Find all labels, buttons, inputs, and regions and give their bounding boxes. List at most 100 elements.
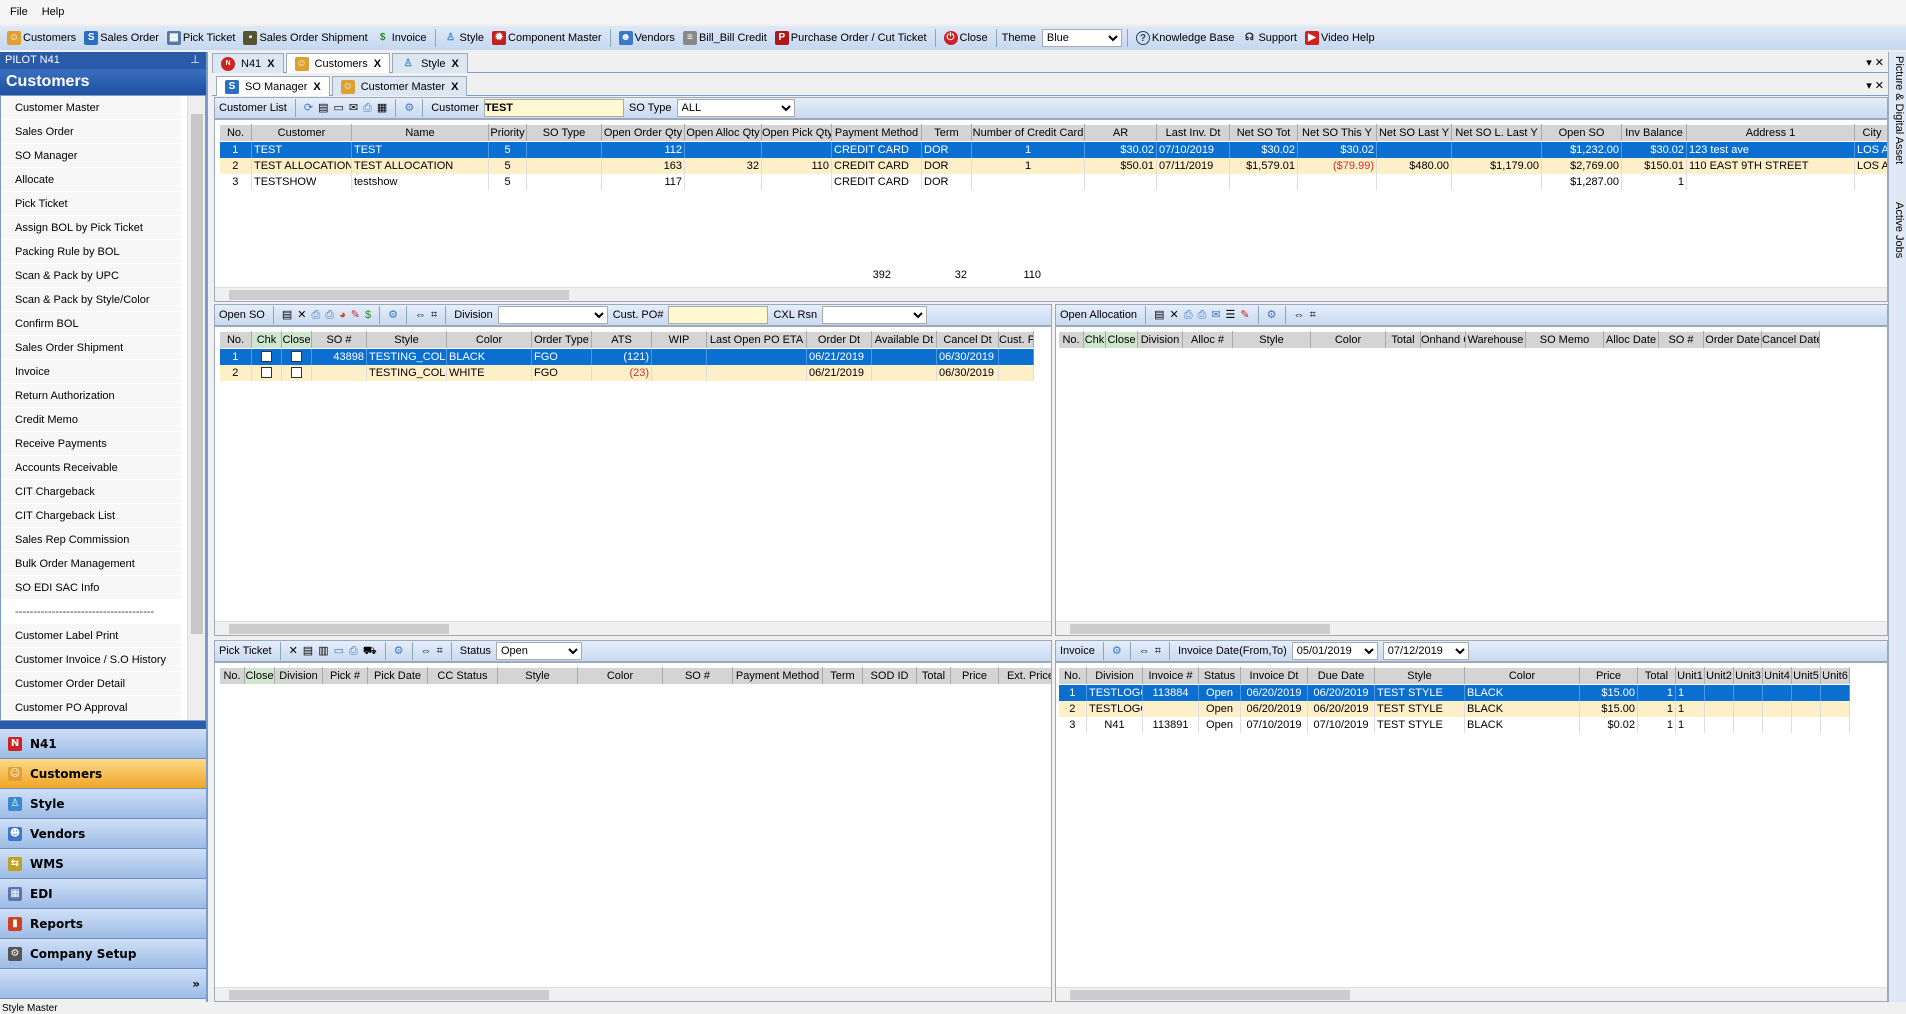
toolbar-component-master[interactable]: ✹ Component Master bbox=[489, 31, 605, 45]
cust-po-input[interactable] bbox=[668, 306, 769, 324]
column-header[interactable]: Total bbox=[1385, 331, 1421, 349]
column-header[interactable]: Style bbox=[497, 667, 578, 685]
sidebar-item[interactable]: Customer Label Print bbox=[1, 624, 181, 648]
expand-icon[interactable]: ⌗ bbox=[437, 644, 443, 658]
close-icon[interactable]: X bbox=[374, 57, 381, 71]
column-header[interactable]: Unit1 bbox=[1675, 667, 1705, 685]
table-row[interactable]: 2 TESTING_COLORWHITEFGO(23) 06/21/2019 06/3… bbox=[219, 364, 1034, 381]
column-header[interactable]: Color bbox=[577, 667, 663, 685]
sidebar-item[interactable]: Customer Master bbox=[1, 96, 181, 120]
print-icon[interactable]: ⎙ bbox=[325, 308, 334, 322]
table-row[interactable]: 2 TEST ALLOCATION TEST ALLOCATION 5 163 32 110… bbox=[219, 157, 1887, 174]
sidebar-item[interactable]: Assign BOL by Pick Ticket bbox=[1, 216, 181, 240]
settings-icon[interactable]: ⚙ bbox=[388, 308, 398, 322]
invoice-date-from[interactable]: 05/01/2019 bbox=[1291, 642, 1378, 660]
nav-style[interactable]: ♙ Style bbox=[0, 789, 206, 819]
column-header[interactable]: Payment Method bbox=[831, 124, 922, 142]
column-header[interactable]: Order Dt bbox=[806, 331, 872, 349]
sidebar-item[interactable]: Receive Payments bbox=[1, 432, 181, 456]
folder-icon[interactable]: ▭ bbox=[334, 644, 344, 658]
new-icon[interactable]: ▤ bbox=[282, 308, 292, 322]
column-header[interactable]: Order Date bbox=[1703, 331, 1762, 349]
tab-style[interactable]: ♙ Style X bbox=[392, 53, 468, 73]
settings-icon[interactable]: ⚙ bbox=[404, 101, 414, 115]
column-header[interactable]: Division bbox=[274, 667, 323, 685]
column-header[interactable]: Price bbox=[950, 667, 999, 685]
theme-select[interactable]: Blue bbox=[1041, 29, 1122, 47]
column-header[interactable]: City bbox=[1854, 124, 1887, 142]
new-icon[interactable]: ▤ bbox=[303, 644, 313, 658]
column-header[interactable]: Unit3 bbox=[1733, 667, 1763, 685]
column-header[interactable]: Division bbox=[1137, 331, 1183, 349]
column-header[interactable]: SO # bbox=[662, 667, 733, 685]
expand-icon[interactable]: ⌗ bbox=[1310, 308, 1316, 322]
fit-width-icon[interactable]: ⇔ bbox=[1139, 644, 1150, 658]
column-header[interactable]: Last Inv. Dt bbox=[1156, 124, 1230, 142]
barcode-icon[interactable]: ▥ bbox=[318, 644, 328, 658]
column-header[interactable]: Alloc # bbox=[1182, 331, 1233, 349]
toolbar-sales-order[interactable]: S Sales Order bbox=[81, 31, 162, 45]
sidebar-item[interactable]: Packing Rule by BOL bbox=[1, 240, 181, 264]
column-header[interactable]: Chk bbox=[1083, 331, 1106, 349]
column-header[interactable]: Close bbox=[244, 667, 275, 685]
settings-icon[interactable]: ⚙ bbox=[1267, 308, 1277, 322]
column-header[interactable]: Price bbox=[1579, 667, 1638, 685]
column-header[interactable]: Net SO This Y bbox=[1297, 124, 1377, 142]
splitter[interactable] bbox=[0, 721, 206, 729]
sidebar-item[interactable]: SO EDI SAC Info bbox=[1, 576, 181, 600]
memo-icon[interactable]: ✉ bbox=[349, 101, 358, 115]
grid-icon[interactable]: ▦ bbox=[377, 101, 387, 115]
sidebar-item[interactable]: Credit Memo bbox=[1, 408, 181, 432]
nav-wms[interactable]: ⇆ WMS bbox=[0, 849, 206, 879]
sidebar-item[interactable]: Return Authorization bbox=[1, 384, 181, 408]
column-header[interactable]: Onhand Q bbox=[1420, 331, 1466, 349]
table-row[interactable]: 1 43898TESTING_COLORBLACKFGO(121) 06/21/20… bbox=[219, 348, 1034, 365]
sidebar-item[interactable]: Sales Rep Commission bbox=[1, 528, 181, 552]
close-icon[interactable]: X bbox=[313, 80, 320, 94]
tab-n41[interactable]: N N41 X bbox=[212, 53, 284, 73]
column-header[interactable]: Unit2 bbox=[1704, 667, 1734, 685]
toolbar-invoice[interactable]: $ Invoice bbox=[373, 31, 430, 45]
column-header[interactable]: No. bbox=[219, 124, 252, 142]
sidebar-item[interactable]: Pick Ticket bbox=[1, 192, 181, 216]
toolbar-customers[interactable]: ☺ Customers bbox=[4, 31, 79, 45]
column-header[interactable]: Priority bbox=[488, 124, 527, 142]
active-jobs-tab[interactable]: Active Jobs bbox=[1890, 202, 1906, 258]
refresh-icon[interactable]: ⟳ bbox=[304, 101, 313, 115]
sidebar-item[interactable]: Sales Order bbox=[1, 120, 181, 144]
column-header[interactable]: Color bbox=[1464, 667, 1580, 685]
pin-icon[interactable]: ⊥ bbox=[190, 52, 200, 69]
edit-icon[interactable]: ✎ bbox=[351, 308, 360, 322]
column-header[interactable]: Cancel Dt bbox=[936, 331, 999, 349]
horizontal-scrollbar[interactable] bbox=[215, 287, 1887, 301]
sidebar-item[interactable]: SO Manager bbox=[1, 144, 181, 168]
division-select[interactable] bbox=[497, 306, 608, 324]
customer-input[interactable] bbox=[483, 99, 624, 117]
column-header[interactable]: Net SO L. Last Y bbox=[1451, 124, 1542, 142]
toolbar-vendors[interactable]: ☻ Vendors bbox=[616, 31, 678, 45]
column-header[interactable]: Total bbox=[916, 667, 951, 685]
column-header[interactable]: Cancel Date bbox=[1761, 331, 1820, 349]
tab-customer-master[interactable]: ☺ Customer Master X bbox=[331, 76, 468, 96]
close-icon[interactable]: X bbox=[267, 57, 274, 71]
new-icon[interactable]: ▤ bbox=[318, 101, 328, 115]
column-header[interactable]: Cust. PO bbox=[998, 331, 1034, 349]
sidebar-item[interactable]: Customer PO Approval bbox=[1, 696, 181, 720]
column-header[interactable]: Close bbox=[281, 331, 312, 349]
picture-digital-asset-tab[interactable]: Picture & Digital Asset bbox=[1890, 56, 1906, 164]
sidebar-item[interactable]: Allocate bbox=[1, 168, 181, 192]
close-icon[interactable]: X bbox=[452, 57, 459, 71]
toolbar-close[interactable]: ⏻ Close bbox=[941, 31, 991, 45]
column-header[interactable]: Unit4 bbox=[1762, 667, 1792, 685]
tab-overflow-icon[interactable]: ▾ ✕ bbox=[1866, 76, 1888, 95]
sidebar-item[interactable]: Customer Invoice / S.O History bbox=[1, 648, 181, 672]
column-header[interactable]: Alloc Date bbox=[1603, 331, 1659, 349]
toolbar-bill[interactable]: ≡ Bill_Bill Credit bbox=[680, 31, 770, 45]
sidebar-item[interactable]: CIT Chargeback List bbox=[1, 504, 181, 528]
column-header[interactable]: Due Date bbox=[1307, 667, 1375, 685]
fit-width-icon[interactable]: ⇔ bbox=[421, 644, 432, 658]
toolbar-purchase-order[interactable]: P Purchase Order / Cut Ticket bbox=[772, 31, 930, 45]
column-header[interactable]: Style bbox=[1232, 331, 1311, 349]
column-header[interactable]: Payment Method bbox=[732, 667, 823, 685]
table-row[interactable]: 3 TESTSHOW testshow 5 117 CREDIT CARD DOR $1,28… bbox=[219, 173, 1887, 190]
